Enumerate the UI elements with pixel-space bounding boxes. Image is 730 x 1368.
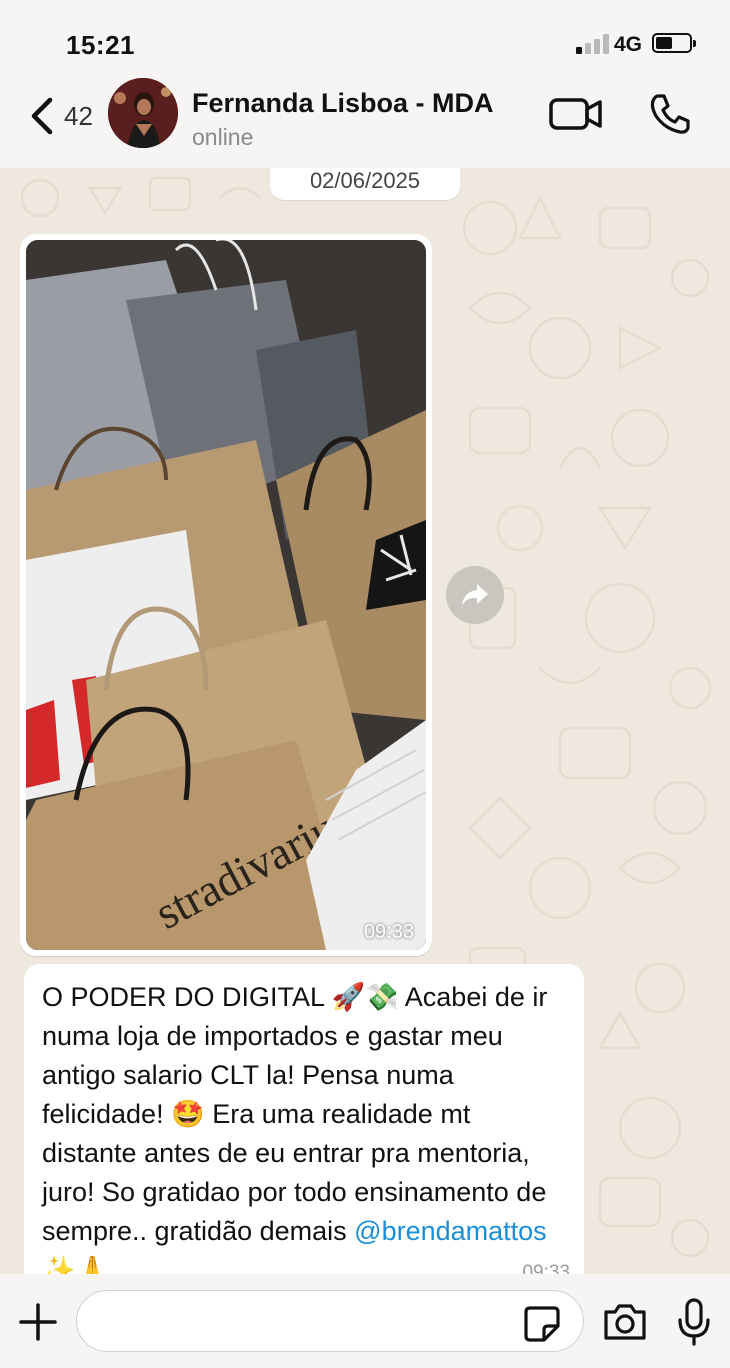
camera-icon[interactable] bbox=[602, 1302, 648, 1342]
status-bar: 15:21 4G bbox=[0, 0, 730, 78]
signal-strength-icon bbox=[576, 34, 610, 54]
microphone-icon[interactable] bbox=[676, 1298, 712, 1346]
message-suffix: ✨🙏 bbox=[42, 1255, 110, 1274]
message-input[interactable] bbox=[76, 1290, 584, 1352]
unread-count: 42 bbox=[64, 100, 93, 131]
back-button[interactable]: 42 bbox=[26, 92, 106, 140]
input-bar bbox=[0, 1274, 730, 1368]
chat-area[interactable]: 02/06/2025 stradivarius 09:33 O PODER DO… bbox=[0, 168, 730, 1274]
text-message-bubble[interactable]: O PODER DO DIGITAL 🚀💸 Acabei de ir numa … bbox=[24, 964, 584, 1274]
chevron-left-icon bbox=[31, 97, 53, 135]
chat-header: 42 Fernanda Lisboa - MDA online bbox=[0, 78, 730, 170]
image-message-time: 09:33 bbox=[363, 921, 414, 943]
forward-button[interactable] bbox=[446, 566, 504, 624]
shopping-bags-photo[interactable]: stradivarius 09:33 bbox=[26, 240, 426, 950]
video-camera-icon[interactable] bbox=[548, 94, 604, 134]
avatar[interactable] bbox=[108, 78, 178, 148]
message-text: O PODER DO DIGITAL 🚀💸 Acabei de ir numa … bbox=[42, 978, 566, 1274]
contact-status: online bbox=[192, 124, 254, 150]
network-type: 4G bbox=[614, 33, 643, 56]
message-body: O PODER DO DIGITAL 🚀💸 Acabei de ir numa … bbox=[42, 982, 548, 1246]
plus-icon[interactable] bbox=[18, 1302, 58, 1342]
contact-name[interactable]: Fernanda Lisboa - MDA bbox=[192, 88, 494, 119]
mention-link[interactable]: @brendamattos bbox=[354, 1216, 547, 1246]
battery-fill bbox=[656, 37, 672, 49]
sticker-icon[interactable] bbox=[522, 1304, 562, 1344]
image-message-bubble[interactable]: stradivarius 09:33 bbox=[20, 234, 432, 956]
battery-icon bbox=[652, 33, 696, 53]
status-time: 15:21 bbox=[66, 30, 135, 60]
forward-arrow-icon bbox=[462, 584, 488, 606]
text-message-time: 09:33 bbox=[522, 1262, 570, 1274]
date-chip: 02/06/2025 bbox=[270, 168, 460, 200]
phone-icon[interactable] bbox=[648, 92, 692, 136]
